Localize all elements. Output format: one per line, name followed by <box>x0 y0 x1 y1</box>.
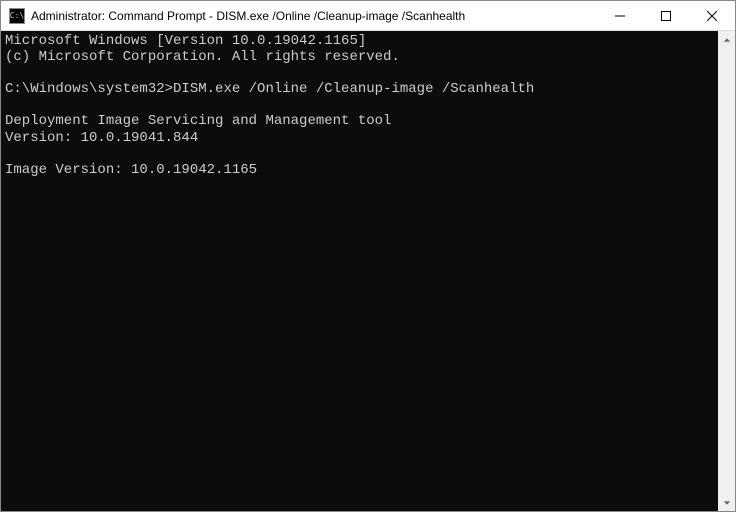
minimize-button[interactable] <box>597 1 643 30</box>
vertical-scrollbar[interactable] <box>718 31 735 511</box>
chevron-down-icon <box>723 499 731 507</box>
maximize-icon <box>661 11 671 21</box>
chevron-up-icon <box>723 36 731 44</box>
terminal-area: Microsoft Windows [Version 10.0.19042.11… <box>1 31 735 511</box>
prompt: C:\Windows\system32> <box>5 81 173 97</box>
close-button[interactable] <box>689 1 735 30</box>
maximize-button[interactable] <box>643 1 689 30</box>
output-line: Microsoft Windows [Version 10.0.19042.11… <box>5 33 366 49</box>
output-line: (c) Microsoft Corporation. All rights re… <box>5 49 400 65</box>
scroll-up-button[interactable] <box>718 31 735 48</box>
scroll-down-button[interactable] <box>718 494 735 511</box>
window-title: Administrator: Command Prompt - DISM.exe… <box>31 9 597 23</box>
output-line: Version: 10.0.19041.844 <box>5 130 198 146</box>
output-line: Deployment Image Servicing and Managemen… <box>5 113 391 129</box>
terminal-output[interactable]: Microsoft Windows [Version 10.0.19042.11… <box>1 31 718 511</box>
output-line: Image Version: 10.0.19042.1165 <box>5 162 257 178</box>
minimize-icon <box>615 11 625 21</box>
titlebar: C:\ Administrator: Command Prompt - DISM… <box>1 1 735 31</box>
command-input: DISM.exe /Online /Cleanup-image /Scanhea… <box>173 81 534 97</box>
app-icon: C:\ <box>9 8 25 24</box>
window-controls <box>597 1 735 30</box>
close-icon <box>707 11 717 21</box>
